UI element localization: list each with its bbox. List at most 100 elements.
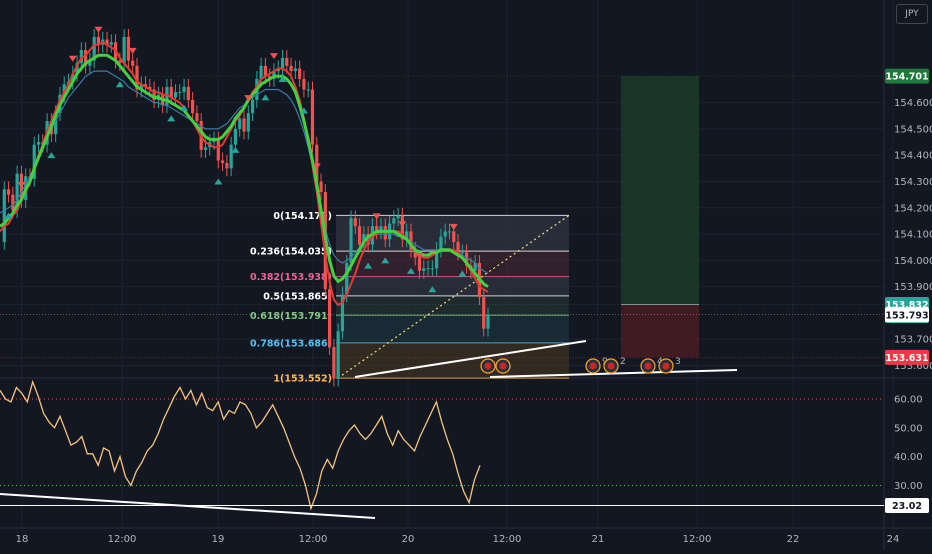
candle-body [289, 65, 293, 72]
candle-body [332, 347, 336, 379]
candle-body [302, 78, 306, 90]
price-tick-label: 154.200 [894, 203, 932, 214]
candle-body [328, 289, 332, 348]
x-tick-label: 21 [592, 534, 605, 545]
candle-body [242, 118, 246, 132]
candle-body [195, 113, 199, 122]
event-flag-dot [589, 362, 597, 370]
x-tick-label: 24 [887, 534, 900, 545]
candle-body [353, 218, 357, 227]
fib-level-label: 0.618(153.791) [250, 311, 332, 322]
price-badge-value: 153.793 [885, 310, 928, 321]
fib-level-label: 0.382(153.938) [250, 272, 332, 283]
price-badge-value: 154.701 [885, 72, 928, 83]
candle-body [182, 86, 186, 93]
fractal-down-arrow [269, 53, 278, 60]
candle-body [259, 65, 263, 79]
x-tick-label: 12:00 [108, 534, 137, 545]
rsi-tick-label: 40.00 [894, 452, 923, 463]
candle-body [36, 142, 41, 145]
fractal-down-arrow [94, 26, 103, 33]
fractal-up-arrow [115, 81, 124, 88]
candle-body [191, 100, 195, 114]
fib-zone [336, 295, 569, 316]
candle-body [280, 57, 285, 69]
event-flag-dot [644, 362, 652, 370]
x-tick-label: 22 [787, 534, 800, 545]
profit-zone [621, 76, 699, 305]
x-tick-label: 19 [212, 534, 225, 545]
candle-body [220, 160, 225, 164]
candle-body [460, 252, 464, 254]
x-tick-label: 12:00 [493, 534, 522, 545]
price-tick-label: 154.100 [894, 230, 932, 241]
price-tick-label: 154.500 [894, 124, 932, 135]
candle-body [310, 89, 315, 145]
event-flag-dot [607, 362, 615, 370]
price-tick-label: 154.600 [894, 98, 932, 109]
price-tick-label: 153.700 [894, 335, 932, 346]
price-tick-label: 154.400 [894, 151, 932, 162]
candle-body [306, 89, 310, 91]
rsi-value-label: 23.02 [892, 501, 922, 512]
candle-body [486, 315, 490, 329]
x-tick-label: 12:00 [683, 534, 712, 545]
candle-body [298, 68, 302, 79]
event-flag-dot [662, 362, 670, 370]
candle-body [357, 226, 362, 245]
candle-body [452, 231, 456, 242]
x-tick-label: 18 [16, 534, 29, 545]
price-tick-label: 153.900 [894, 282, 932, 293]
candle-body [173, 92, 178, 98]
candle-body [439, 236, 443, 250]
price-tick-label: 154.300 [894, 177, 932, 188]
candle-body [216, 139, 220, 161]
candle-body [447, 231, 452, 233]
candle-body [293, 68, 297, 72]
candle-body [430, 268, 434, 270]
candle-body [336, 331, 340, 379]
rsi-tick-label: 60.00 [894, 395, 923, 406]
candle-body [482, 297, 486, 329]
event-flag-dot [484, 362, 492, 370]
fib-level-label: 1(153.552) [273, 374, 332, 385]
candle-body [238, 118, 242, 129]
fib-level-label: 0.236(154.035) [250, 247, 332, 258]
fractal-down-arrow [68, 55, 77, 62]
chart-area[interactable]: 18 12:00 19 12:00 20 12:00 21 12:00 22 24 0(154.17… [0, 0, 932, 550]
candle-body [6, 189, 11, 195]
candle-body [417, 257, 422, 271]
candle-body [229, 144, 233, 169]
candle-body [131, 60, 135, 66]
candle-body [2, 189, 6, 242]
price-chart[interactable]: 18 12:00 19 12:00 20 12:00 21 12:00 22 240(154.17… [0, 0, 932, 550]
fib-level-label: 0.786(153.686) [250, 338, 332, 349]
event-count: 3 [675, 357, 681, 367]
fib-level-label: 0.5(153.865) [263, 291, 332, 302]
candle-body [422, 268, 426, 271]
candle-body [443, 231, 447, 237]
candle-body [122, 36, 126, 64]
candle-body [246, 113, 250, 132]
candle-body [186, 86, 190, 100]
candle-body [396, 215, 400, 219]
fib-zone [336, 276, 569, 296]
candle-body [178, 92, 182, 94]
x-tick-label: 20 [402, 534, 415, 545]
candle-body [233, 128, 238, 145]
fib-zone [336, 315, 569, 343]
event-flag-dot [499, 362, 507, 370]
candle-body [426, 268, 430, 270]
price-tick-label: 154.000 [894, 256, 932, 267]
loss-zone [621, 304, 699, 358]
fractal-up-arrow [167, 115, 176, 122]
candle-body [225, 163, 229, 169]
fib-zone [336, 251, 569, 277]
candle-body [285, 57, 289, 66]
rsi-tick-label: 30.00 [894, 481, 923, 492]
price-badge-value: 153.631 [885, 353, 928, 364]
rsi-tick-label: 50.00 [894, 423, 923, 434]
candle-body [109, 42, 113, 45]
currency-badge[interactable]: JPY [896, 4, 928, 24]
candle-body [319, 181, 323, 192]
